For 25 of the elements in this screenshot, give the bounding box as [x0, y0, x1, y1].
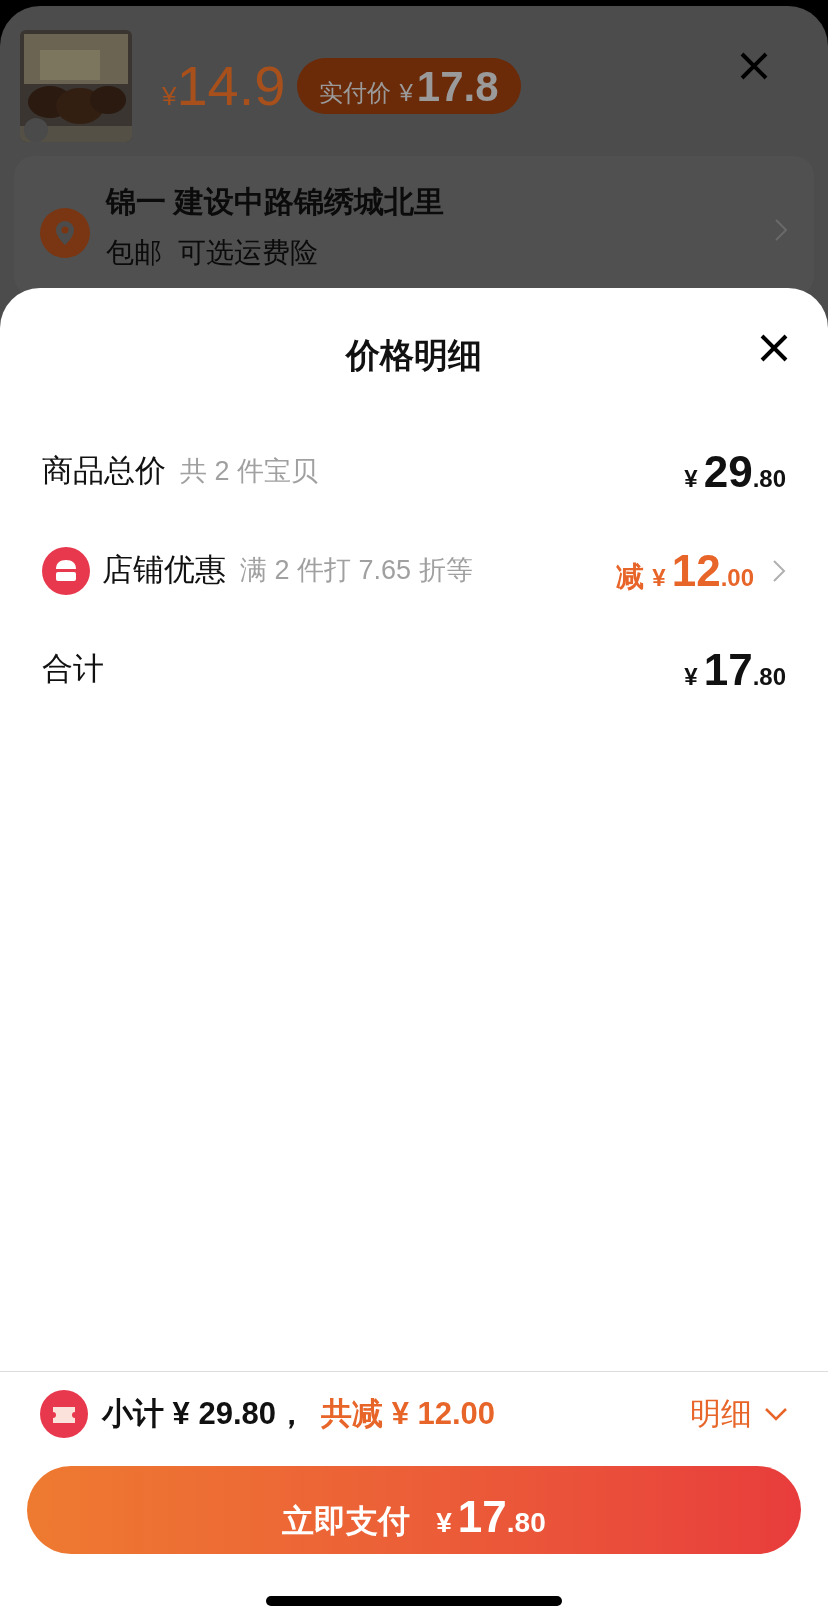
insurance-text: 可选运费险 — [178, 236, 318, 270]
shipping-text: 包邮 — [106, 236, 162, 270]
row-label: 合计 — [42, 650, 104, 689]
chevron-right-icon — [772, 558, 786, 583]
store-icon — [42, 546, 90, 595]
row-amount: ¥17.80 — [684, 643, 786, 696]
sheet-title: 价格明细 — [346, 334, 482, 376]
row-amount: 减 ¥12.00 — [616, 544, 754, 597]
paid-price-badge: 实付价 ¥17.8 — [297, 58, 521, 114]
location-pin-icon — [40, 208, 90, 258]
row-note: 共 2 件宝贝 — [180, 455, 319, 489]
row-label: 商品总价 — [42, 452, 166, 491]
chevron-down-icon — [764, 1407, 788, 1421]
detail-link[interactable]: 明细 — [690, 1390, 788, 1438]
row-amount: ¥29.80 — [684, 445, 786, 498]
ticket-icon — [40, 1390, 88, 1438]
discount-text: 共减 ¥ 12.00 — [321, 1394, 496, 1433]
chevron-right-icon — [774, 218, 788, 242]
close-icon[interactable] — [760, 334, 788, 362]
subtotal-text: 小计 ¥ 29.80， — [102, 1394, 308, 1433]
address-text: 锦一 建设中路锦绣城北里 — [106, 184, 445, 220]
row-note: 满 2 件打 7.65 折等 — [240, 554, 473, 588]
product-price: ¥14.9 — [162, 53, 286, 119]
row-label: 店铺优惠 — [102, 551, 226, 590]
pay-button[interactable]: 立即支付 ¥17.80 — [27, 1466, 801, 1554]
